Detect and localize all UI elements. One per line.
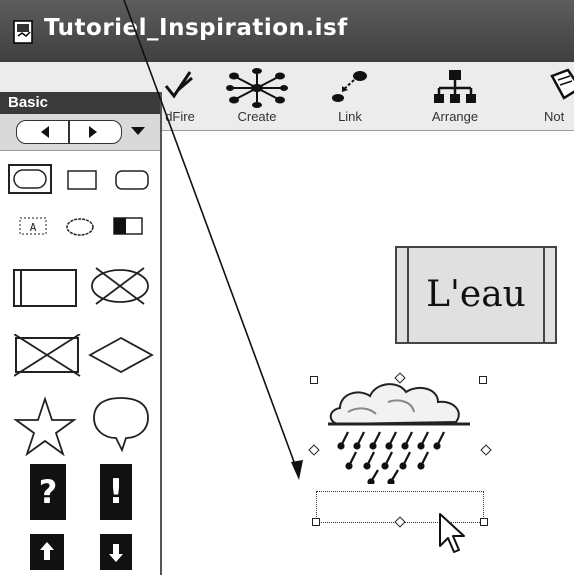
link-button[interactable]: Link: [322, 62, 378, 130]
svg-text:A: A: [30, 221, 37, 234]
symbol-rounded-oval[interactable]: [8, 164, 52, 194]
prev-arrow-icon[interactable]: [39, 125, 51, 139]
note-label: Not: [544, 109, 565, 124]
symbol-rounded-rect[interactable]: [114, 169, 152, 191]
symbol-rectangle[interactable]: [66, 169, 100, 191]
symbol-speech-bubble[interactable]: [90, 394, 152, 454]
symbol-up-arrow[interactable]: [30, 534, 64, 570]
symbol-half-filled-rect[interactable]: [112, 216, 146, 238]
selection-handle-se[interactable]: [480, 518, 488, 526]
topic-symbol[interactable]: L'eau: [395, 246, 557, 344]
rapidfire-icon: [164, 71, 193, 99]
arrange-icon: [434, 70, 476, 103]
mouse-cursor-icon: [439, 513, 465, 553]
window-title: Tutoriel_Inspiration.isf: [44, 15, 348, 41]
palette-pager: [16, 120, 122, 144]
link-icon: [332, 71, 367, 102]
symbol-crossed-rect[interactable]: [14, 334, 84, 378]
dropdown-icon[interactable]: [130, 126, 146, 136]
selection-handle-nw[interactable]: [310, 376, 318, 384]
symbol-star[interactable]: [12, 396, 78, 458]
symbol-crossed-oval[interactable]: [88, 262, 152, 310]
palette-symbols: A ? !: [0, 150, 160, 575]
palette-title[interactable]: Basic: [0, 92, 160, 114]
link-label: Link: [338, 109, 362, 124]
arrange-button[interactable]: Arrange: [420, 62, 490, 130]
symbol-exclamation[interactable]: !: [100, 464, 132, 520]
topic-label: L'eau: [426, 274, 526, 315]
rain-cloud-icon[interactable]: [318, 372, 484, 484]
symbol-question[interactable]: ?: [30, 464, 66, 520]
symbol-double-rect[interactable]: [12, 266, 82, 310]
document-icon: [13, 20, 33, 44]
create-label: Create: [237, 109, 277, 124]
title-bar: Tutoriel_Inspiration.isf: [0, 0, 574, 62]
symbol-dotted-label[interactable]: A: [18, 216, 50, 238]
palette-nav: [0, 114, 160, 151]
next-arrow-icon[interactable]: [87, 125, 99, 139]
arrange-label: Arrange: [431, 109, 479, 124]
symbol-cloud-oval[interactable]: [64, 216, 96, 238]
create-button[interactable]: Create: [222, 62, 292, 130]
selection-handle-ne[interactable]: [479, 376, 487, 384]
create-icon: [226, 68, 288, 108]
symbol-diamond[interactable]: [88, 336, 154, 374]
symbol-palette: Basic A ? !: [0, 92, 162, 575]
symbol-down-arrow[interactable]: [100, 534, 132, 570]
note-icon: [550, 68, 574, 100]
selection-handle-sw[interactable]: [312, 518, 320, 526]
up-arrow-icon: [40, 542, 54, 560]
note-button[interactable]: Not: [530, 62, 574, 130]
down-arrow-icon: [109, 544, 123, 562]
